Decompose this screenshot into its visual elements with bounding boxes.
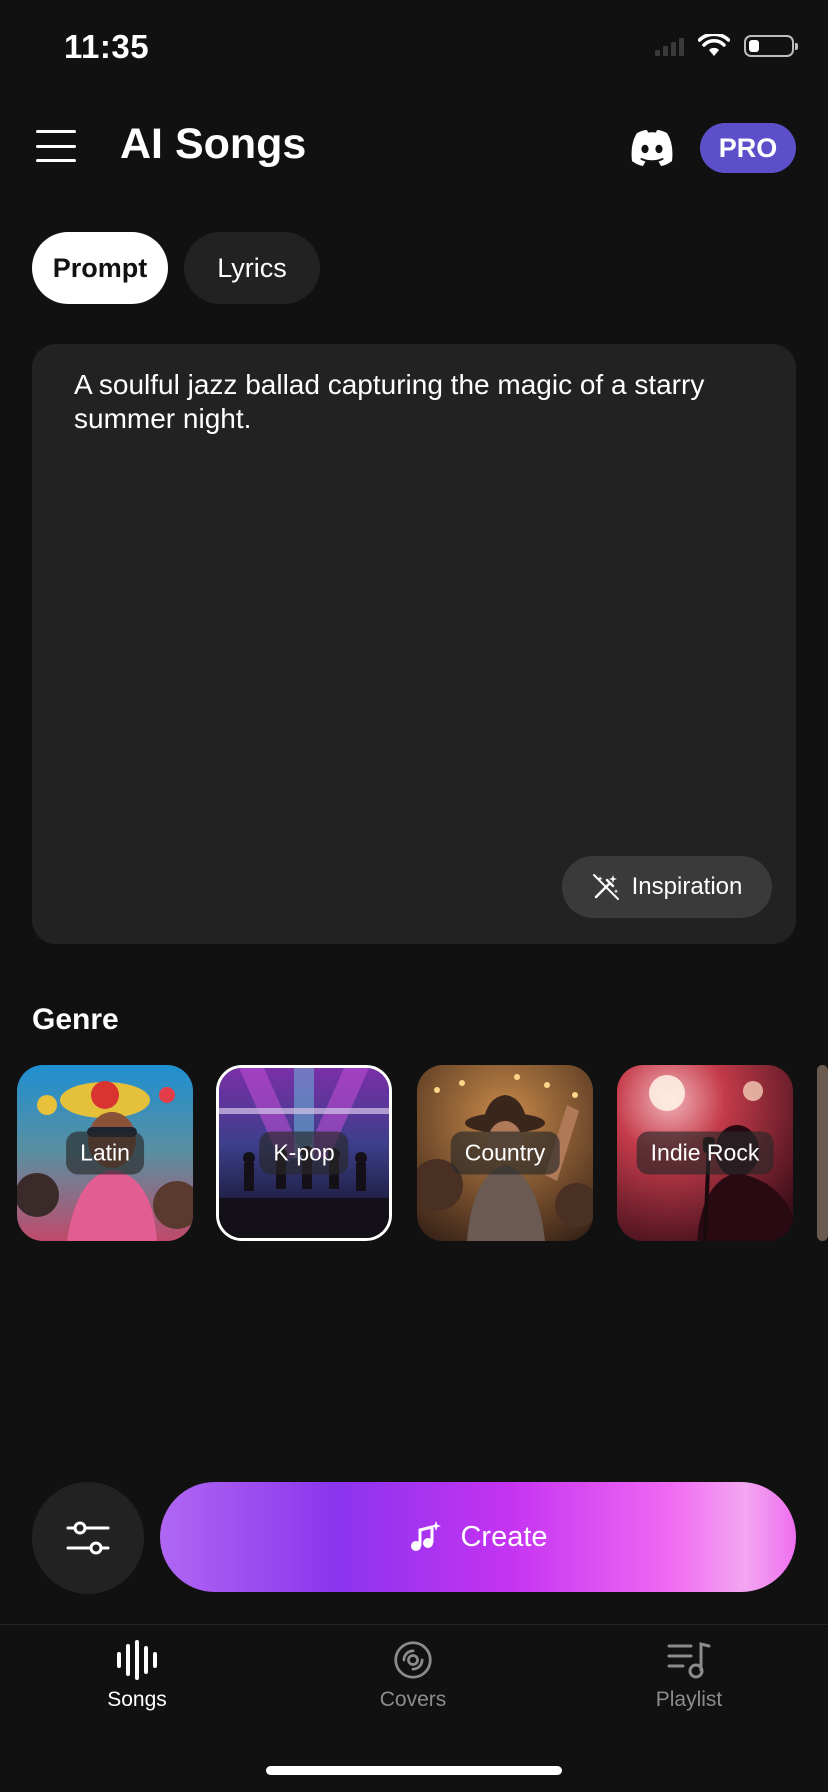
settings-sliders-button[interactable] [32, 1482, 144, 1594]
genre-label: K-pop [259, 1131, 349, 1175]
nav-label-covers: Covers [379, 1688, 447, 1711]
playlist-icon [667, 1642, 711, 1679]
status-icons [655, 34, 798, 58]
prompt-text[interactable]: A soulful jazz ballad capturing the magi… [74, 368, 764, 436]
nav-divider [0, 1624, 828, 1625]
inspiration-button[interactable]: Inspiration [562, 856, 772, 918]
nav-item-covers[interactable]: Covers [333, 1640, 493, 1712]
wifi-icon [698, 34, 730, 56]
nav-item-songs[interactable]: Songs [57, 1640, 217, 1712]
genre-title: Genre [32, 1003, 119, 1036]
nav-label-songs: Songs [107, 1688, 167, 1711]
magic-wand-icon [592, 874, 619, 900]
nav-label-playlist: Playlist [655, 1688, 723, 1711]
genre-image-partial [817, 1065, 828, 1241]
genre-label: Country [450, 1131, 560, 1175]
create-label: Create [460, 1520, 548, 1553]
genre-label: Latin [66, 1131, 144, 1175]
music-sparkle-icon [411, 1521, 442, 1551]
genre-label: Indie Rock [636, 1131, 774, 1175]
genre-card-country[interactable]: Country [417, 1065, 593, 1241]
pro-button[interactable]: PRO [700, 123, 796, 173]
create-button[interactable]: Create [160, 1482, 796, 1592]
inspiration-label: Inspiration [631, 873, 743, 900]
tab-prompt[interactable]: Prompt [32, 232, 168, 304]
menu-line [36, 130, 76, 133]
genre-card-partial[interactable] [817, 1065, 828, 1241]
genre-card-indie-rock[interactable]: Indie Rock [617, 1065, 793, 1241]
discord-icon[interactable] [628, 128, 676, 168]
sliders-icon [66, 1521, 110, 1555]
page-title: AI Songs [120, 120, 307, 168]
tab-lyrics[interactable]: Lyrics [184, 232, 320, 304]
status-time: 11:35 [64, 28, 150, 65]
nav-item-playlist[interactable]: Playlist [609, 1640, 769, 1712]
waveform-icon [117, 1640, 157, 1680]
genre-card-latin[interactable]: Latin [17, 1065, 193, 1241]
menu-button[interactable] [36, 130, 76, 162]
disc-icon [394, 1641, 432, 1679]
cellular-signal-icon [655, 36, 684, 56]
menu-line [36, 144, 76, 148]
menu-line [36, 159, 76, 162]
battery-icon [744, 35, 798, 57]
genre-card-kpop[interactable]: K-pop [216, 1065, 392, 1241]
home-indicator [266, 1766, 562, 1775]
